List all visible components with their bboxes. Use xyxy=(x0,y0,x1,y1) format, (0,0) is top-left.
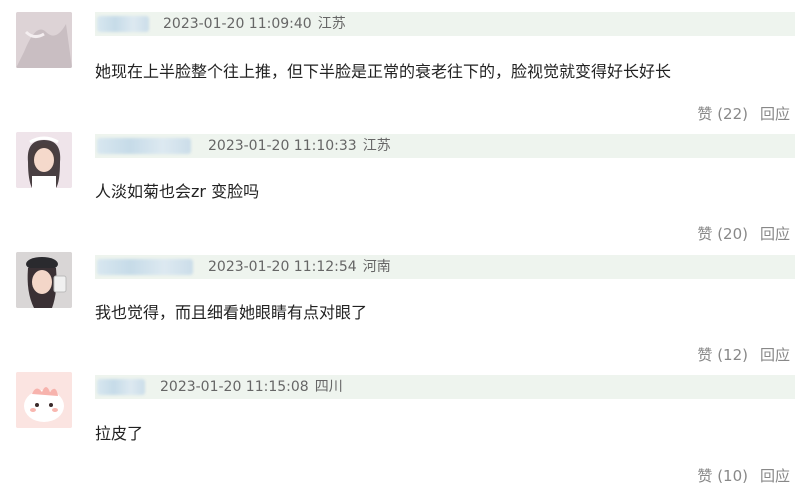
comment-actions: 赞 (10) 回应 xyxy=(697,465,790,486)
location: 江苏 xyxy=(317,16,346,32)
comment-header: 2023-01-20 11:09:40 江苏 xyxy=(95,12,795,36)
avatar[interactable] xyxy=(16,252,72,308)
comment-actions: 赞 (20) 回应 xyxy=(697,223,790,244)
timestamp: 2023-01-20 11:15:08 xyxy=(160,379,309,395)
username-blurred[interactable] xyxy=(97,138,191,154)
reply-button[interactable]: 回应 xyxy=(760,225,790,243)
comment-header: 2023-01-20 11:15:08 四川 xyxy=(95,375,795,399)
comment-text: 拉皮了 xyxy=(95,424,144,443)
timestamp: 2023-01-20 11:12:54 xyxy=(208,259,357,275)
comment-text: 我也觉得，而且细看她眼睛有点对眼了 xyxy=(95,303,368,322)
comment-meta: 2023-01-20 11:12:54 河南 xyxy=(208,255,397,279)
avatar[interactable] xyxy=(16,12,72,68)
reply-button[interactable]: 回应 xyxy=(760,105,790,123)
username-blurred[interactable] xyxy=(97,16,149,32)
comment-actions: 赞 (22) 回应 xyxy=(697,103,790,124)
comment-actions: 赞 (12) 回应 xyxy=(697,344,790,365)
avatar[interactable] xyxy=(16,132,72,188)
reply-button[interactable]: 回应 xyxy=(760,346,790,364)
comment-text: 她现在上半脸整个往上推，但下半脸是正常的衰老往下的，脸视觉就变得好长好长 xyxy=(95,62,672,81)
comment-meta: 2023-01-20 11:15:08 四川 xyxy=(160,375,349,399)
avatar[interactable] xyxy=(16,372,72,428)
comment-meta: 2023-01-20 11:09:40 江苏 xyxy=(163,12,352,36)
location: 河南 xyxy=(362,259,391,275)
location: 江苏 xyxy=(362,138,391,154)
comment-header: 2023-01-20 11:12:54 河南 xyxy=(95,255,795,279)
timestamp: 2023-01-20 11:09:40 xyxy=(163,16,312,32)
location: 四川 xyxy=(314,379,343,395)
username-blurred[interactable] xyxy=(97,379,145,395)
username-blurred[interactable] xyxy=(97,259,193,275)
comment-meta: 2023-01-20 11:10:33 江苏 xyxy=(208,134,397,158)
comment-text: 人淡如菊也会zr 变脸吗 xyxy=(95,182,260,201)
like-button[interactable]: 赞 (22) xyxy=(697,105,748,123)
timestamp: 2023-01-20 11:10:33 xyxy=(208,138,357,154)
like-button[interactable]: 赞 (10) xyxy=(697,467,748,485)
like-button[interactable]: 赞 (20) xyxy=(697,225,748,243)
like-button[interactable]: 赞 (12) xyxy=(697,346,748,364)
reply-button[interactable]: 回应 xyxy=(760,467,790,485)
comment-header: 2023-01-20 11:10:33 江苏 xyxy=(95,134,795,158)
